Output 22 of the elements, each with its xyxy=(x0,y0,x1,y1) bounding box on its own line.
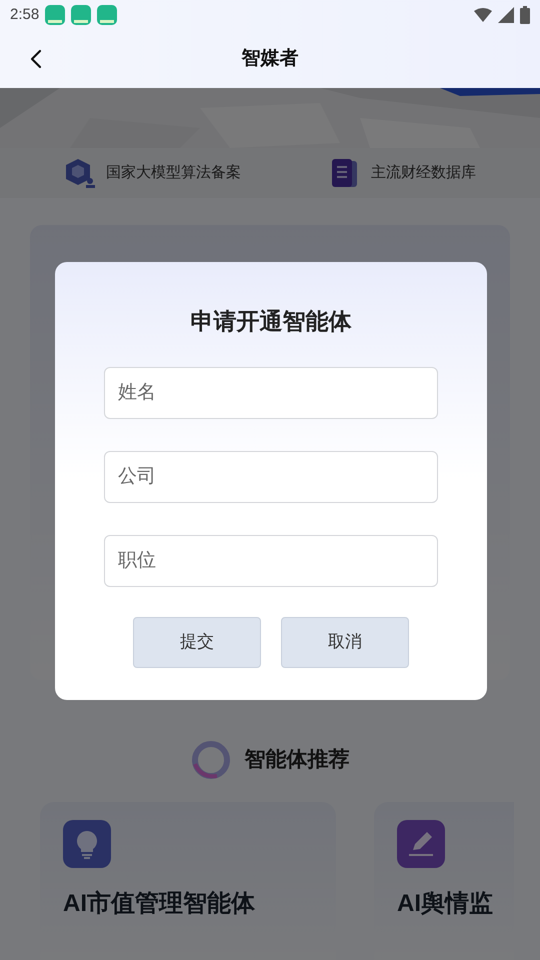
app-notification-icon xyxy=(45,5,66,25)
section-title: 智能体推荐 xyxy=(244,747,350,774)
input-field[interactable]: 姓名 xyxy=(104,366,438,418)
input-field[interactable]: 职位 xyxy=(104,534,438,586)
cube-icon xyxy=(64,157,96,189)
wifi-icon xyxy=(474,8,492,22)
battery-icon xyxy=(520,6,530,24)
cancel-button[interactable]: 取消 xyxy=(281,616,409,668)
submit-button[interactable]: 提交 xyxy=(133,616,261,668)
input-field[interactable]: 公司 xyxy=(104,450,438,502)
status-time: 2:58 xyxy=(10,4,40,25)
pencil-icon xyxy=(407,830,435,858)
app-notification-icon xyxy=(71,5,92,25)
agent-title: AI市值管理智能体 xyxy=(63,889,255,919)
ring-logo-icon xyxy=(190,740,230,780)
feature-label: 国家大模型算法备案 xyxy=(106,162,241,183)
page-title: 智媒者 xyxy=(242,46,298,71)
agent-title: AI舆情监 xyxy=(397,889,493,919)
dialog-title: 申请开通智能体 xyxy=(190,307,352,336)
feature-label: 主流财经数据库 xyxy=(371,162,476,183)
app-notification-icon xyxy=(97,5,118,25)
signal-icon xyxy=(498,7,514,23)
